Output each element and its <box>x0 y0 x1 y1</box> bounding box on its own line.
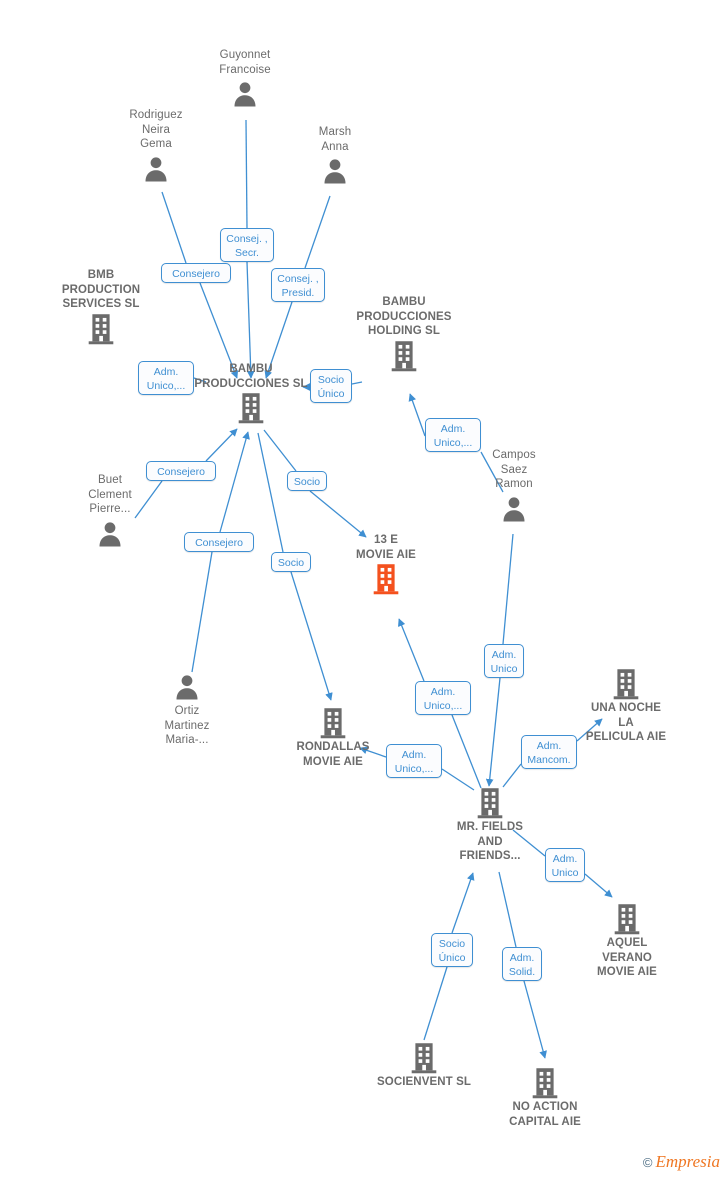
company-icon <box>238 393 264 424</box>
node-label: RONDALLAS MOVIE AIE <box>296 741 370 768</box>
node-rodriguez-neira-gema[interactable]: Rodriguez Neira Gema <box>96 108 216 185</box>
company-icon <box>88 313 114 344</box>
relation-box-socio-13e[interactable]: Socio <box>287 471 327 491</box>
node-no-action-capital-aie[interactable]: NO ACTION CAPITAL AIE <box>485 1067 605 1129</box>
relation-box-adm-unico-campos-mrfields[interactable]: Adm. Unico <box>484 644 524 678</box>
edge-mrfields-unanoche-bottom <box>502 763 522 788</box>
relation-box-adm-unico-aquel[interactable]: Adm. Unico <box>545 848 585 882</box>
relation-box-adm-unico-bmb[interactable]: Adm. Unico,... <box>138 361 194 395</box>
relationship-diagram: Guyonnet Francoise Rodriguez Neira Gema … <box>0 0 728 1180</box>
node-mr-fields-and-friends[interactable]: MR. FIELDS AND FRIENDS... <box>430 787 550 864</box>
relation-box-consejero-ortiz[interactable]: Consejero <box>184 532 254 552</box>
edge-campos-mrfields-bottom <box>485 677 501 787</box>
node-label: BMB PRODUCTION SERVICES SL <box>61 269 141 310</box>
relation-box-adm-solid-noaction[interactable]: Adm. Solid. <box>502 947 542 981</box>
company-icon-highlight <box>373 564 399 595</box>
edge-consejero-bambu-2 <box>219 431 250 533</box>
relation-box-adm-unico-mrfields-rondallas[interactable]: Adm. Unico,... <box>386 744 442 778</box>
company-icon <box>613 669 639 700</box>
node-label: Ortiz Martinez Maria-... <box>164 705 210 746</box>
relation-box-consej-secr[interactable]: Consej. , Secr. <box>220 228 274 262</box>
person-icon <box>99 521 121 546</box>
edge-mrfields-13e-bottom <box>451 714 482 789</box>
node-label: SOCIENVENT SL <box>377 1076 471 1088</box>
edge-guyonnet-bambu-bottom <box>246 261 255 379</box>
edge-socio-mrfields <box>451 872 475 934</box>
company-icon <box>477 788 503 819</box>
watermark-brand-name: Empresia <box>655 1152 720 1171</box>
person-icon <box>234 82 256 107</box>
person-icon <box>503 496 525 521</box>
node-13-e-movie-aie[interactable]: 13 E MOVIE AIE <box>326 533 446 595</box>
relation-box-socio-rondallas[interactable]: Socio <box>271 552 311 572</box>
company-icon <box>532 1068 558 1099</box>
node-label: Guyonnet Francoise <box>219 49 271 76</box>
edge-rodriguez-bambu-top <box>161 191 187 264</box>
edge-marsh-bambu-top <box>304 195 331 269</box>
node-label: 13 E MOVIE AIE <box>356 534 416 561</box>
edge-mrfields-adm-solid <box>498 871 517 948</box>
node-label: BAMBU PRODUCCIONES HOLDING SL <box>356 296 452 337</box>
edge-campos-holding-top <box>408 393 426 437</box>
edge-bambu-socio-13e-bottom <box>309 490 367 538</box>
node-bambu-producciones-holding-sl[interactable]: BAMBU PRODUCCIONES HOLDING SL <box>344 295 464 372</box>
relation-box-adm-unico-mrfields-13e[interactable]: Adm. Unico,... <box>415 681 471 715</box>
copyright-symbol: © <box>642 1154 653 1170</box>
node-marsh-anna[interactable]: Marsh Anna <box>275 125 395 187</box>
node-bmb-production-services-sl[interactable]: BMB PRODUCTION SERVICES SL <box>41 268 161 345</box>
node-socienvent-sl[interactable]: SOCIENVENT SL <box>364 1042 484 1090</box>
company-icon <box>320 708 346 739</box>
edge-bambu-socio-rondallas-top <box>257 432 284 553</box>
edge-bambu-socio-13e-top <box>263 429 297 472</box>
node-bambu-producciones-sl[interactable]: BAMBU PRODUCCIONES SL <box>191 362 311 424</box>
node-una-noche-la-pelicula-aie[interactable]: UNA NOCHE LA PELICULA AIE <box>566 668 686 745</box>
relation-box-socio-unico-holding[interactable]: Socio Único <box>310 369 352 403</box>
node-campos-saez-ramon[interactable]: Campos Saez Ramon <box>454 448 574 525</box>
company-icon <box>391 340 417 371</box>
edge-bambu-socio-rondallas-bottom <box>290 571 333 701</box>
person-icon <box>145 156 167 181</box>
edge-mrfields-aquel-bottom <box>584 873 613 898</box>
node-label: BAMBU PRODUCCIONES SL <box>194 363 308 390</box>
edge-socienvent-socio <box>423 966 448 1041</box>
node-label: Campos Saez Ramon <box>492 449 536 490</box>
node-label: NO ACTION CAPITAL AIE <box>509 1101 581 1128</box>
relation-box-adm-unico-campos-holding[interactable]: Adm. Unico,... <box>425 418 481 452</box>
edge-mrfields-13e-top <box>398 618 425 682</box>
edge-guyonnet-bambu-top <box>245 119 248 229</box>
company-icon <box>614 904 640 935</box>
node-label: AQUEL VERANO MOVIE AIE <box>597 937 657 978</box>
node-guyonnet-francoise[interactable]: Guyonnet Francoise <box>185 48 305 110</box>
node-rondallas-movie-aie[interactable]: RONDALLAS MOVIE AIE <box>273 707 393 769</box>
edge-ortiz-consejero <box>191 551 213 673</box>
watermark: © Empresia <box>643 1152 720 1172</box>
relation-box-socio-unico-socienvent[interactable]: Socio Único <box>431 933 473 967</box>
node-aquel-verano-movie-aie[interactable]: AQUEL VERANO MOVIE AIE <box>567 903 687 980</box>
relation-box-adm-mancom-unanoche[interactable]: Adm. Mancom. <box>521 735 577 769</box>
relation-box-consejero-rodriguez[interactable]: Consejero <box>161 263 231 283</box>
node-label: UNA NOCHE LA PELICULA AIE <box>585 702 667 743</box>
edge-adm-solid-noaction <box>523 980 547 1059</box>
relation-box-consejero-buet[interactable]: Consejero <box>146 461 216 481</box>
node-label: MR. FIELDS AND FRIENDS... <box>456 821 524 862</box>
edge-consejero-bambu-1 <box>205 428 238 462</box>
node-label: Marsh Anna <box>318 126 352 153</box>
node-ortiz-martinez-maria[interactable]: Ortiz Martinez Maria-... <box>127 671 247 748</box>
relation-box-consej-presid[interactable]: Consej. , Presid. <box>271 268 325 302</box>
person-icon <box>324 159 346 184</box>
node-label: Rodriguez Neira Gema <box>129 109 183 150</box>
person-icon <box>176 675 198 700</box>
edge-holding-socio-right <box>351 381 363 385</box>
company-icon <box>411 1043 437 1074</box>
node-buet-clement-pierre[interactable]: Buet Clement Pierre... <box>50 473 170 550</box>
edge-campos-mrfields-top <box>502 533 514 645</box>
